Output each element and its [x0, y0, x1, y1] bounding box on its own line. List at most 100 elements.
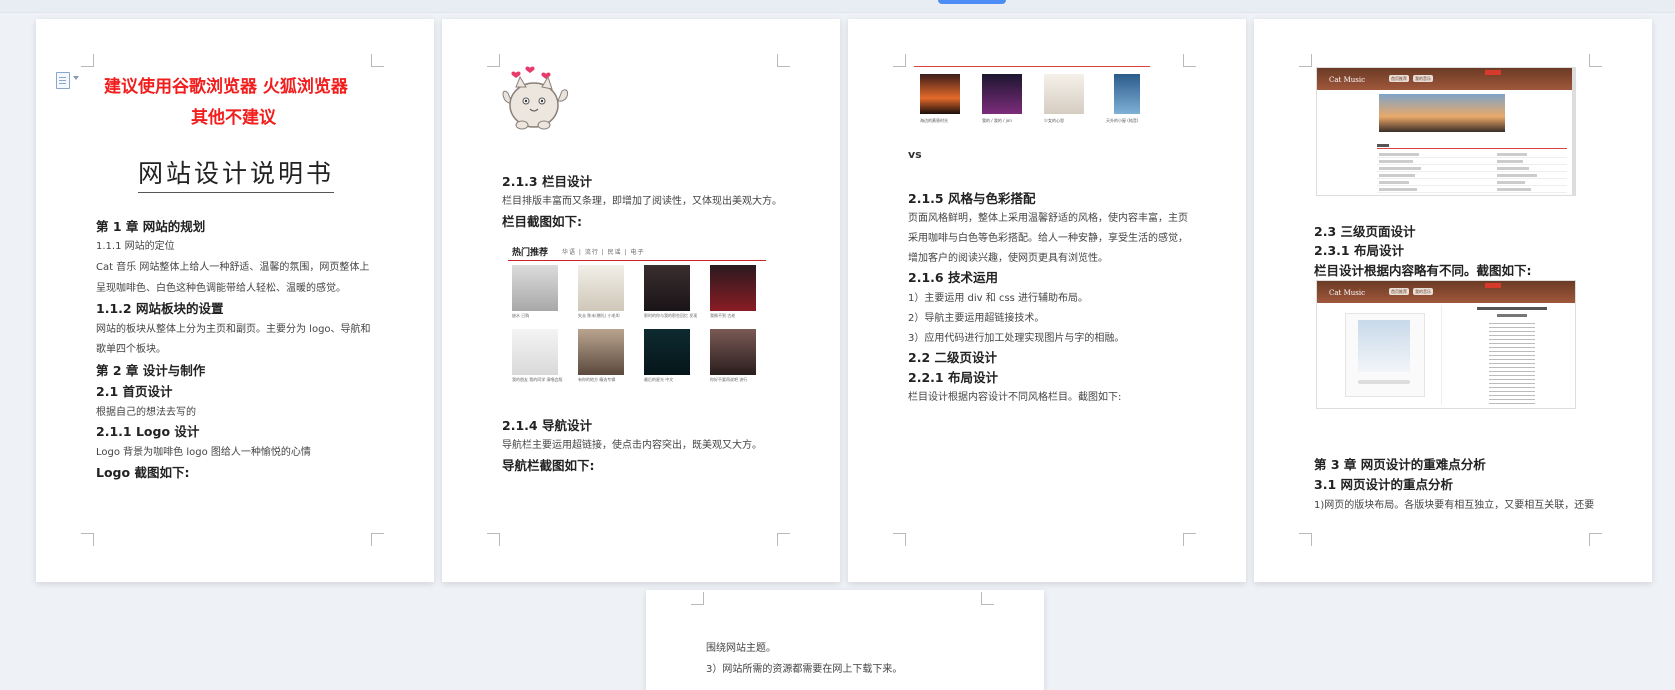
section-2-2-heading: 2.2 二级页设计	[908, 350, 997, 365]
album-caption: 少女的心思	[1044, 118, 1064, 123]
web-logo: Cat Music	[1329, 289, 1365, 297]
divider	[1377, 148, 1567, 149]
album-caption: 海边的黄昏时光	[920, 118, 948, 123]
paragraph-text: Cat 音乐 网站整体上给人一种舒适、温馨的氛围，网页整体上	[96, 262, 370, 273]
table-row	[1377, 173, 1567, 179]
paragraph-text: 1)网页的版块布局。各版块要有相互独立，又要相互关联，还要	[1314, 500, 1595, 511]
paragraph-text: 呈现咖啡色、白色这种色调能带给人轻松、温暖的感觉。	[96, 283, 346, 294]
column-caption: 栏目截图如下:	[502, 214, 582, 229]
web-header: Cat Music 首页推荐 我的音乐	[1317, 68, 1575, 90]
nav-caption: 导航栏截图如下:	[502, 458, 595, 473]
paragraph-text: 根据自己的想法去写的	[96, 407, 196, 418]
margin-corner	[691, 592, 704, 605]
scrollbar[interactable]	[1572, 68, 1575, 195]
album-card	[1345, 313, 1425, 397]
player-bar[interactable]	[1358, 380, 1410, 384]
layout-caption: 栏目设计根据内容略有不同。截图如下:	[1314, 263, 1532, 278]
section-1-1-1-heading: 1.1.1 网站的定位	[96, 241, 175, 252]
page-title: 网站设计说明书	[138, 154, 335, 193]
margin-corner	[81, 54, 94, 67]
cat-logo-image	[502, 66, 568, 130]
section-2-3-1-heading: 2.3.1 布局设计	[1314, 243, 1404, 258]
paragraph-text: 栏目排版丰富而又条理，即增加了阅读性，又体现出美观大方。	[502, 196, 782, 207]
section-2-1-heading: 2.1 首页设计	[96, 384, 173, 399]
login-badge	[1485, 70, 1501, 75]
login-badge	[1485, 283, 1501, 288]
paragraph-text: 2）导航主要运用超链接技术。	[908, 313, 1045, 324]
album-cover	[710, 265, 756, 311]
margin-corner	[981, 592, 994, 605]
album-cover	[1358, 320, 1410, 372]
margin-corner	[487, 54, 500, 67]
album-caption: 缺水 已购	[512, 313, 530, 318]
chevron-down-icon[interactable]	[73, 76, 79, 80]
second-level-page-screenshot: Cat Music 首页推荐 我的音乐	[1316, 67, 1576, 196]
album-cover	[578, 329, 624, 375]
section-2-1-5-heading: 2.1.5 风格与色彩搭配	[908, 191, 1036, 206]
album-cover	[512, 329, 558, 375]
paragraph-text: Logo 背景为咖啡色 logo 图给人一种愉悦的心情	[96, 447, 311, 458]
web-nav-item: 首页推荐	[1389, 75, 1409, 82]
margin-corner	[1183, 533, 1196, 546]
web-nav-item: 我的音乐	[1413, 288, 1433, 295]
web-header: Cat Music 首页推荐 我的音乐	[1317, 281, 1575, 303]
album-cover	[920, 74, 960, 114]
album-caption: 我的 / 我的 / jon	[982, 118, 1012, 123]
album-strip-screenshot: 海边的黄昏时光 我的 / 我的 / jon 少女的心思 天外的小屋 (纯音)	[910, 61, 1160, 137]
paragraph-text: 采用咖啡与白色等色彩搭配。给人一种安静，享受生活的感觉，	[908, 233, 1188, 244]
album-cover	[644, 265, 690, 311]
paragraph-text: 增加客户的阅读兴趣，使网页更具有浏览性。	[908, 253, 1108, 264]
divider	[1441, 305, 1442, 405]
margin-corner	[777, 533, 790, 546]
section-2-1-4-heading: 2.1.4 导航设计	[502, 418, 592, 433]
album-caption: 我做不到 古老	[710, 313, 736, 318]
margin-corner	[893, 533, 906, 546]
lyrics-subtitle	[1497, 314, 1527, 317]
lyrics-title	[1477, 307, 1547, 310]
album-cover	[512, 265, 558, 311]
hot-recommend-screenshot: 热门推荐 华语 | 流行 | 民谣 | 电子 缺水 已购 失去 陈未(赠礼) 小…	[502, 243, 774, 393]
document-page-4: Cat Music 首页推荐 我的音乐 2.3 三级页面设计 2.3.1 布局设…	[1254, 19, 1652, 582]
document-page-1: 建议使用谷歌浏览器 火狐浏览器 其他不建议 网站设计说明书 第 1 章 网站的规…	[36, 19, 434, 582]
table-row	[1377, 166, 1567, 172]
section-2-3-heading: 2.3 三级页面设计	[1314, 224, 1416, 239]
logo-caption: Logo 截图如下:	[96, 465, 190, 480]
web-nav-item: 首页推荐	[1389, 288, 1409, 295]
paragraph-text: 3）应用代码进行加工处理实现图片与字的相融。	[908, 333, 1125, 344]
section-2-1-6-heading: 2.1.6 技术运用	[908, 270, 998, 285]
scroll-indicator[interactable]	[938, 0, 1006, 4]
paragraph-text: 歌单四个板块。	[96, 344, 166, 355]
album-cover	[644, 329, 690, 375]
margin-corner	[893, 54, 906, 67]
divider	[914, 66, 1150, 67]
paragraph-text: 1）主要运用 div 和 css 进行辅助布局。	[908, 293, 1089, 304]
table-row	[1377, 152, 1567, 158]
margin-corner	[81, 533, 94, 546]
list-title	[1377, 144, 1389, 147]
browser-notice-line2: 其他不建议	[191, 108, 276, 128]
margin-corner	[1183, 54, 1196, 67]
album-cover	[710, 329, 756, 375]
hot-recommend-tabs: 华语 | 流行 | 民谣 | 电子	[562, 249, 645, 256]
document-page-2: 2.1.3 栏目设计 栏目排版丰富而又条理，即增加了阅读性，又体现出美观大方。 …	[442, 19, 840, 582]
paragraph-text: 3）网站所需的资源都需要在网上下载下来。	[706, 664, 903, 675]
document-page-3: 海边的黄昏时光 我的 / 我的 / jon 少女的心思 天外的小屋 (纯音) v…	[848, 19, 1246, 582]
web-nav-item: 我的音乐	[1413, 75, 1433, 82]
margin-corner	[371, 533, 384, 546]
paragraph-text: 页面风格鲜明，整体上采用温馨舒适的风格，使内容丰富，主页	[908, 213, 1188, 224]
table-row	[1377, 187, 1567, 193]
section-2-1-1-heading: 2.1.1 Logo 设计	[96, 424, 200, 439]
album-cover	[1114, 74, 1140, 114]
paragraph-text: 栏目设计根据内容设计不同风格栏目。截图如下:	[908, 392, 1122, 403]
paragraph-text: 网站的板块从整体上分为主页和副页。主要分为 logo、导航和	[96, 324, 371, 335]
browser-notice-line1: 建议使用谷歌浏览器 火狐浏览器	[104, 77, 348, 97]
chapter-2-heading: 第 2 章 设计与制作	[96, 363, 206, 378]
vs-label: vs	[908, 148, 922, 161]
margin-corner	[1589, 54, 1602, 67]
third-level-page-screenshot: Cat Music 首页推荐 我的音乐	[1316, 280, 1576, 409]
banner-image	[1379, 94, 1505, 132]
album-caption: 最后的星光 中文	[644, 377, 674, 382]
top-bar	[0, 0, 1675, 13]
album-caption: 我的朋友 我的同学 演唱会版	[512, 377, 563, 382]
document-icon[interactable]	[56, 72, 70, 89]
